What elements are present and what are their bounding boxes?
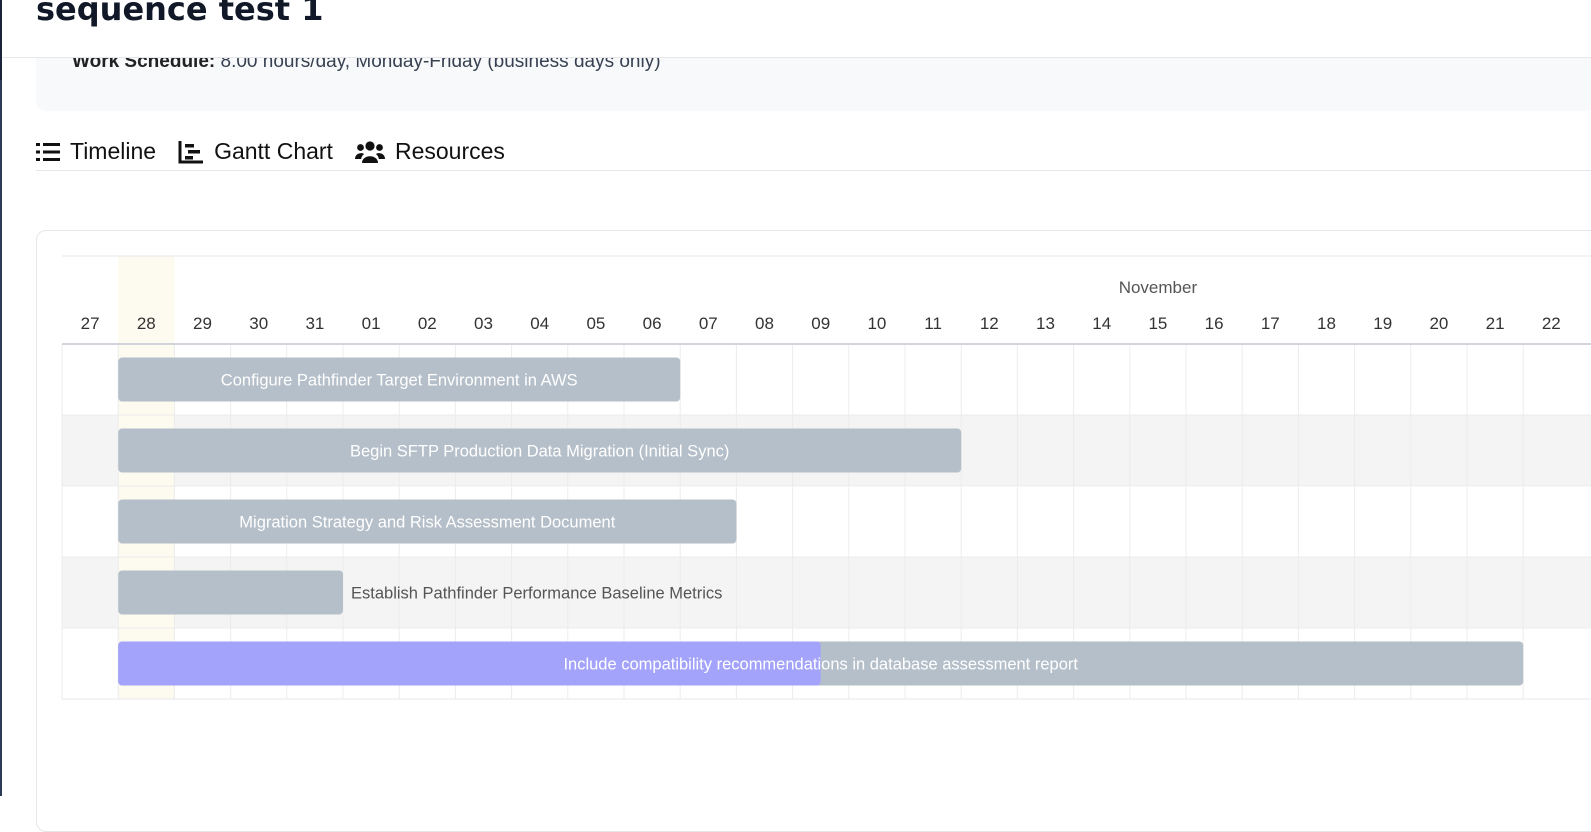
- task-label: Configure Pathfinder Target Environment …: [221, 372, 578, 390]
- tab-gantt-chart-label: Gantt Chart: [214, 138, 333, 164]
- day-label: 02: [418, 314, 437, 333]
- view-tabs: Timeline Gantt Chart Resources: [36, 138, 527, 165]
- day-label: 31: [305, 314, 324, 333]
- gantt-card: November 27 28 29 30 31 01 02 03 04 05 06 07 08 09 10 11…: [36, 230, 1591, 832]
- tab-gantt-chart[interactable]: Gantt Chart: [178, 138, 333, 165]
- tabs-divider: [36, 170, 1591, 171]
- day-label: 17: [1261, 314, 1280, 333]
- chart-icon: [178, 140, 204, 163]
- day-label: 16: [1205, 314, 1224, 333]
- day-label: 09: [811, 314, 830, 333]
- day-label: 12: [980, 314, 999, 333]
- left-edge-rule: [0, 0, 2, 796]
- day-label: 15: [1148, 314, 1167, 333]
- day-label: 30: [249, 314, 268, 333]
- day-label: 10: [867, 314, 886, 333]
- tab-resources-label: Resources: [394, 138, 505, 164]
- gantt-chart: November 27 28 29 30 31 01 02 03 04 05 06 07 08 09 10 11…: [61, 255, 1591, 700]
- day-label: 08: [755, 314, 774, 333]
- day-label: 06: [643, 314, 662, 333]
- day-label: 27: [81, 314, 100, 333]
- task-bar[interactable]: [118, 570, 343, 615]
- day-label: 11: [924, 314, 942, 333]
- users-icon: [354, 140, 385, 163]
- day-label: 14: [1092, 314, 1111, 333]
- day-label: 22: [1542, 314, 1561, 333]
- list-icon: [36, 142, 60, 161]
- day-label: 13: [1036, 314, 1055, 333]
- task-label: Migration Strategy and Risk Assessment D…: [239, 514, 615, 532]
- page-title: sequence test 1: [36, 0, 324, 28]
- title-bar: sequence test 1: [0, 0, 1591, 58]
- tab-timeline-label: Timeline: [70, 138, 157, 164]
- tab-resources[interactable]: Resources: [354, 138, 505, 165]
- task-label: Begin SFTP Production Data Migration (In…: [350, 443, 729, 461]
- day-label: 28: [137, 314, 156, 333]
- tab-timeline[interactable]: Timeline: [36, 138, 156, 165]
- task-label: Include compatibility recommendations in…: [563, 656, 1078, 674]
- day-label: 01: [362, 314, 381, 333]
- day-label: 29: [193, 314, 212, 333]
- day-label: 18: [1317, 314, 1336, 333]
- day-label: 19: [1373, 314, 1392, 333]
- day-label: 03: [474, 314, 493, 333]
- day-label: 07: [699, 314, 718, 333]
- day-label: 04: [530, 314, 549, 333]
- day-label: 21: [1486, 314, 1505, 333]
- task-label: Establish Pathfinder Performance Baselin…: [351, 585, 722, 603]
- left-edge-rule-top: [0, 0, 2, 80]
- day-label: 05: [586, 314, 605, 333]
- month-label: November: [1119, 278, 1198, 297]
- day-label: 20: [1429, 314, 1448, 333]
